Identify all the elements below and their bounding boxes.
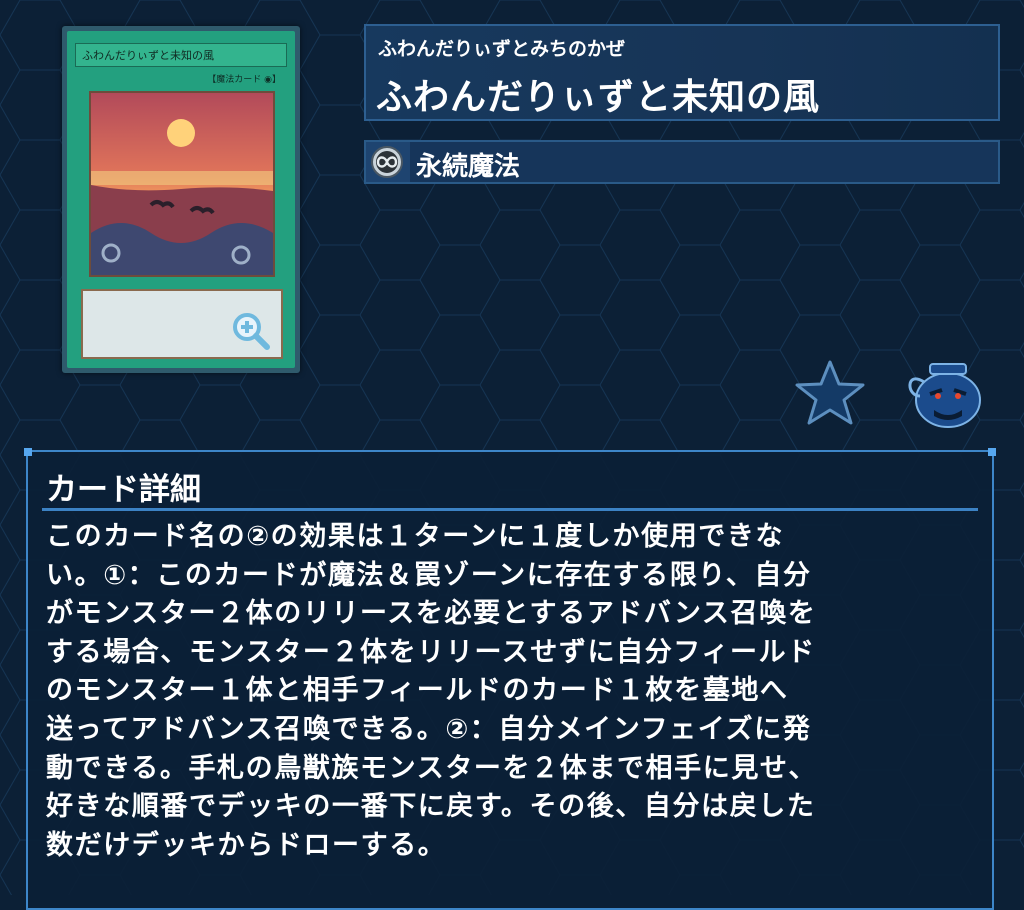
card-detail-panel: カード詳細 このカード名の②の効果は１ターンに１度しか使用できな い。①：このカ…	[24, 448, 996, 910]
detail-heading: カード詳細	[46, 472, 201, 508]
zoom-in-icon[interactable]	[231, 311, 271, 351]
detail-divider	[42, 508, 978, 511]
effect-line: のモンスター１体と相手フィールドのカード１枚を墓地へ	[46, 675, 789, 707]
card-artwork	[89, 91, 275, 277]
card-title: ふわんだりぃずと未知の風	[376, 77, 821, 118]
effect-line: する場合、モンスター２体をリリースせずに自分フィールド	[46, 636, 816, 668]
continuous-infinity-icon	[371, 146, 403, 178]
effect-line: 好きな順番でデッキの一番下に戻す。その後、自分は戻した	[46, 791, 816, 823]
star-icon[interactable]	[794, 358, 866, 426]
effect-line: 数だけデッキからドローする。	[46, 829, 447, 861]
type-icon-container	[366, 142, 410, 182]
card-title-ruby: ふわんだりぃずとみちのかぜ	[378, 38, 626, 60]
card-type-row: 永続魔法	[364, 140, 1000, 184]
effect-line: がモンスター２体のリリースを必要とするアドバンス召喚を	[46, 598, 817, 630]
panel-corner	[988, 448, 996, 456]
effect-line: い。①：このカードが魔法＆罠ゾーンに存在する限り、自分	[46, 559, 812, 591]
card-effect-text: このカード名の②の効果は１ターンに１度しか使用できな い。①：このカードが魔法＆…	[46, 518, 966, 865]
effect-line: 動できる。手札の鳥獣族モンスターを２体まで相手に見せ、	[46, 752, 818, 784]
effect-line: このカード名の②の効果は１ターンに１度しか使用できな	[46, 521, 785, 552]
effect-line: 送ってアドバンス召喚できる。②：自分メインフェイズに発	[46, 713, 812, 745]
card-text-box	[81, 289, 283, 359]
card-image[interactable]: ふわんだりぃずと未知の風 【魔法カード ◉】	[62, 26, 300, 373]
card-type-label: 永続魔法	[416, 152, 521, 182]
card-name-on-card: ふわんだりぃずと未知の風	[75, 43, 287, 67]
panel-corner	[24, 448, 32, 456]
card-frame: ふわんだりぃずと未知の風 【魔法カード ◉】	[67, 31, 295, 368]
pot-of-greed-icon[interactable]	[902, 356, 986, 430]
card-title-box: ふわんだりぃずとみちのかぜ ふわんだりぃずと未知の風	[364, 24, 1000, 121]
card-type-on-card: 【魔法カード ◉】	[207, 75, 281, 85]
